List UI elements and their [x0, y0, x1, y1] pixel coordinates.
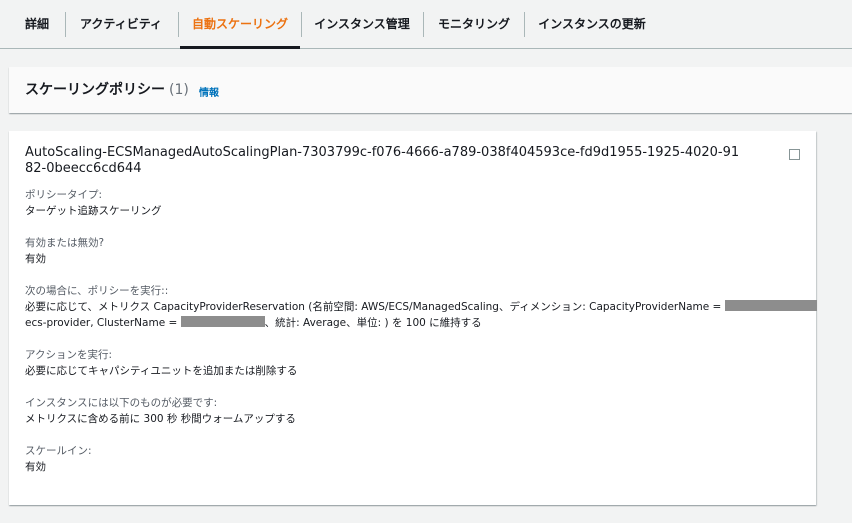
tab-monitoring[interactable]: モニタリング	[431, 0, 517, 48]
tab-auto-scaling[interactable]: 自動スケーリング	[180, 0, 300, 49]
redacted-capacity-provider	[724, 300, 817, 311]
warmup-value: メトリクスに含める前に 300 秒 秒間ウォームアップする	[25, 413, 296, 425]
tab-details[interactable]: 詳細	[18, 0, 56, 48]
policy-name: AutoScaling-ECSManagedAutoScalingPlan-73…	[25, 145, 740, 176]
section-title: スケーリングポリシー (1)	[25, 79, 189, 99]
condition-line-2: ecs-provider, ClusterName = 、統計: Average…	[25, 315, 482, 330]
tab-divider	[524, 12, 525, 37]
tab-divider	[65, 12, 66, 37]
tab-instance-refresh[interactable]: インスタンスの更新	[530, 0, 654, 48]
policy-select-checkbox[interactable]	[789, 149, 800, 160]
condition-label: 次の場合に、ポリシーを実行::	[25, 285, 169, 297]
info-link[interactable]: 情報	[199, 84, 219, 99]
redacted-cluster-name	[180, 316, 265, 327]
condition-line-1: 必要に応じて、メトリクス CapacityProviderReservation…	[25, 299, 817, 314]
action-value: 必要に応じてキャパシティユニットを追加または削除する	[25, 365, 298, 377]
policy-type-value: ターゲット追跡スケーリング	[25, 205, 162, 217]
tab-instance-management[interactable]: インスタンス管理	[307, 0, 417, 48]
policy-type-label: ポリシータイプ:	[25, 189, 103, 201]
tab-activity[interactable]: アクティビティ	[74, 0, 168, 48]
tab-bar: 詳細 アクティビティ 自動スケーリング インスタンス管理 モニタリング インスタ…	[0, 0, 852, 49]
tab-divider	[178, 12, 179, 37]
policy-card: AutoScaling-ECSManagedAutoScalingPlan-73…	[9, 131, 817, 505]
section-title-text: スケーリングポリシー	[25, 82, 165, 98]
enabled-label: 有効または無効?	[25, 237, 105, 249]
condition-line-2-text-b: 、統計: Average、単位: ) を 100 に維持する	[264, 317, 482, 329]
scale-in-label: スケールイン:	[25, 445, 92, 457]
policy-count: (1)	[169, 82, 189, 98]
warmup-label: インスタンスには以下のものが必要です:	[25, 397, 218, 409]
tab-divider	[423, 12, 424, 37]
enabled-value: 有効	[25, 253, 46, 265]
tab-divider	[301, 12, 302, 37]
condition-line-1-text: 必要に応じて、メトリクス CapacityProviderReservation…	[25, 301, 722, 313]
condition-line-2-text-a: ecs-provider, ClusterName =	[25, 317, 178, 329]
scaling-policies-header: スケーリングポリシー (1) 情報	[9, 67, 852, 113]
action-label: アクションを実行:	[25, 349, 113, 361]
scale-in-value: 有効	[25, 461, 46, 473]
